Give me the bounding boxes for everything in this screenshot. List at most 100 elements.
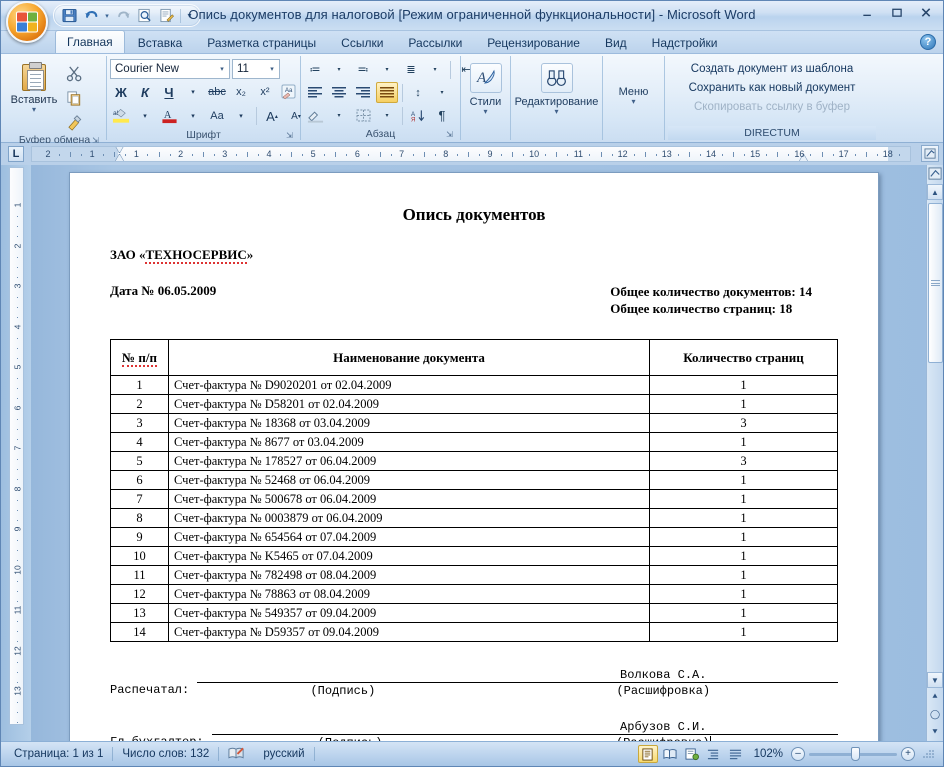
directum-save-as-new[interactable]: Сохранить как новый документ	[686, 79, 859, 98]
font-color-button[interactable]: A	[158, 105, 180, 127]
font-name-combo[interactable]: Courier New ▾	[110, 59, 230, 79]
tab-glavnaya[interactable]: Главная	[55, 30, 125, 53]
previous-page-button[interactable]: ⯅	[927, 688, 943, 705]
tab-vid[interactable]: Вид	[593, 32, 639, 53]
change-case-button[interactable]: Aa	[206, 105, 228, 127]
menu-caret-icon[interactable]: ▾	[631, 98, 635, 106]
print-layout-view-button[interactable]	[637, 745, 658, 763]
bullets-caret-icon[interactable]: ▾	[328, 59, 350, 80]
tab-nadstroyki[interactable]: Надстройки	[640, 32, 730, 53]
font-dialog-launcher-icon[interactable]: ⇲	[284, 130, 295, 141]
zoom-out-button[interactable]: –	[791, 747, 805, 761]
undo-icon[interactable]	[80, 6, 102, 26]
align-right-button[interactable]	[352, 82, 374, 103]
scroll-down-button[interactable]: ▼	[927, 672, 943, 688]
cut-icon[interactable]	[62, 62, 86, 84]
highlight-button[interactable]: ab	[110, 105, 132, 127]
next-page-button[interactable]: ⯆	[927, 724, 943, 741]
horizontal-ruler[interactable]: 2 1 1 2 3 4 5 6 7 8 9 10 11 12 13 14 15 16 17 18	[31, 146, 911, 162]
multilevel-list-button[interactable]: ≣	[400, 59, 422, 80]
tab-recenzirovanie[interactable]: Рецензирование	[475, 32, 592, 53]
styles-caret-icon[interactable]: ▾	[483, 108, 487, 116]
align-justify-button[interactable]	[376, 82, 398, 103]
zoom-in-button[interactable]: +	[901, 747, 915, 761]
zoom-track[interactable]	[809, 746, 897, 761]
customize-qat-icon[interactable]: ▾	[183, 6, 196, 26]
editing-button[interactable]: Редактирование ▾	[514, 57, 599, 127]
align-left-button[interactable]	[304, 82, 326, 103]
document-area[interactable]: Опись документов ЗАО «ТЕХНОСЕРВИС» Дата …	[31, 165, 926, 741]
align-center-button[interactable]	[328, 82, 350, 103]
sort-button[interactable]: A Я	[407, 105, 429, 126]
tab-ssylki[interactable]: Ссылки	[329, 32, 395, 53]
grow-font-button[interactable]: A ▴	[261, 105, 283, 127]
first-line-indent-marker[interactable]	[115, 147, 124, 152]
line-spacing-caret-icon[interactable]: ▾	[431, 82, 453, 103]
directum-create-from-template[interactable]: Создать документ из шаблона	[688, 60, 856, 79]
superscript-button[interactable]: x²	[254, 81, 276, 103]
styles-button[interactable]: A Стили ▾	[464, 57, 507, 127]
scroll-up-button[interactable]: ▲	[927, 184, 943, 200]
select-browse-object-top-icon[interactable]	[927, 165, 944, 183]
zoom-slider[interactable]: – +	[791, 746, 915, 761]
web-layout-view-button[interactable]	[682, 745, 702, 763]
outline-view-button[interactable]	[704, 745, 724, 763]
borders-button[interactable]	[352, 105, 374, 126]
line-spacing-button[interactable]: ↕	[407, 82, 429, 103]
vertical-ruler[interactable]: 1234567891011121314	[1, 165, 31, 741]
full-screen-reading-view-button[interactable]	[660, 745, 680, 763]
tab-rassylki[interactable]: Рассылки	[396, 32, 474, 53]
vertical-scrollbar[interactable]: ▲ ▼ ⯅ ◯ ⯆	[926, 165, 943, 741]
subscript-button[interactable]: x₂	[230, 81, 252, 103]
maximize-button[interactable]	[883, 3, 910, 22]
strikethrough-button[interactable]: abc	[206, 81, 228, 103]
select-browse-object-button[interactable]: ◯	[927, 706, 943, 723]
hanging-indent-marker[interactable]	[115, 155, 124, 161]
editing-caret-icon[interactable]: ▾	[554, 108, 558, 116]
save-icon[interactable]	[58, 6, 80, 26]
minimize-button[interactable]	[854, 3, 881, 22]
bullets-button[interactable]: ≔	[304, 59, 326, 80]
borders-caret-icon[interactable]: ▾	[376, 105, 398, 126]
zoom-thumb[interactable]	[851, 746, 860, 761]
edit-icon[interactable]	[156, 6, 178, 26]
numbering-button[interactable]: ≕	[352, 59, 374, 80]
font-size-caret-icon[interactable]: ▾	[265, 65, 279, 73]
italic-button[interactable]: К	[134, 81, 156, 103]
font-name-caret-icon[interactable]: ▾	[215, 65, 229, 73]
format-painter-icon[interactable]	[62, 112, 86, 134]
clear-formatting-button[interactable]: Aa	[278, 81, 300, 103]
undo-dropdown-caret[interactable]: ▾	[102, 6, 112, 26]
office-button[interactable]	[6, 1, 48, 43]
font-size-combo[interactable]: 11 ▾	[232, 59, 280, 79]
paste-caret-icon[interactable]: ▾	[32, 106, 36, 114]
tab-vstavka[interactable]: Вставка	[126, 32, 195, 53]
paragraph-dialog-launcher-icon[interactable]: ⇲	[444, 129, 455, 140]
status-word-count[interactable]: Число слов: 132	[113, 745, 218, 764]
zoom-level[interactable]: 102%	[748, 748, 789, 760]
show-formatting-marks-button[interactable]: ¶	[431, 105, 453, 126]
change-case-caret-icon[interactable]: ▾	[230, 105, 252, 127]
highlight-caret-icon[interactable]: ▾	[134, 105, 156, 127]
proofing-status[interactable]	[219, 745, 254, 764]
document-page[interactable]: Опись документов ЗАО «ТЕХНОСЕРВИС» Дата …	[69, 172, 879, 741]
font-color-caret-icon[interactable]: ▾	[182, 105, 204, 127]
copy-icon[interactable]	[62, 87, 86, 109]
shading-caret-icon[interactable]: ▾	[328, 105, 350, 126]
help-icon[interactable]: ?	[920, 34, 936, 50]
draft-view-button[interactable]	[726, 745, 746, 763]
shading-button[interactable]	[304, 105, 326, 126]
resize-grip-icon[interactable]	[921, 747, 935, 761]
menu-button[interactable]: Меню ▾	[606, 57, 661, 127]
numbering-caret-icon[interactable]: ▾	[376, 59, 398, 80]
view-ruler-toggle-button[interactable]	[921, 145, 939, 162]
status-language[interactable]: русский	[254, 745, 313, 764]
multilevel-caret-icon[interactable]: ▾	[424, 59, 446, 80]
scrollbar-thumb[interactable]	[928, 203, 943, 363]
paste-button[interactable]: Вставить ▾	[6, 59, 62, 114]
close-button[interactable]	[912, 3, 939, 22]
underline-caret-icon[interactable]: ▾	[182, 81, 204, 103]
status-page[interactable]: Страница: 1 из 1	[5, 745, 112, 764]
tab-razmetka-stranicy[interactable]: Разметка страницы	[195, 32, 328, 53]
redo-icon[interactable]	[112, 6, 134, 26]
